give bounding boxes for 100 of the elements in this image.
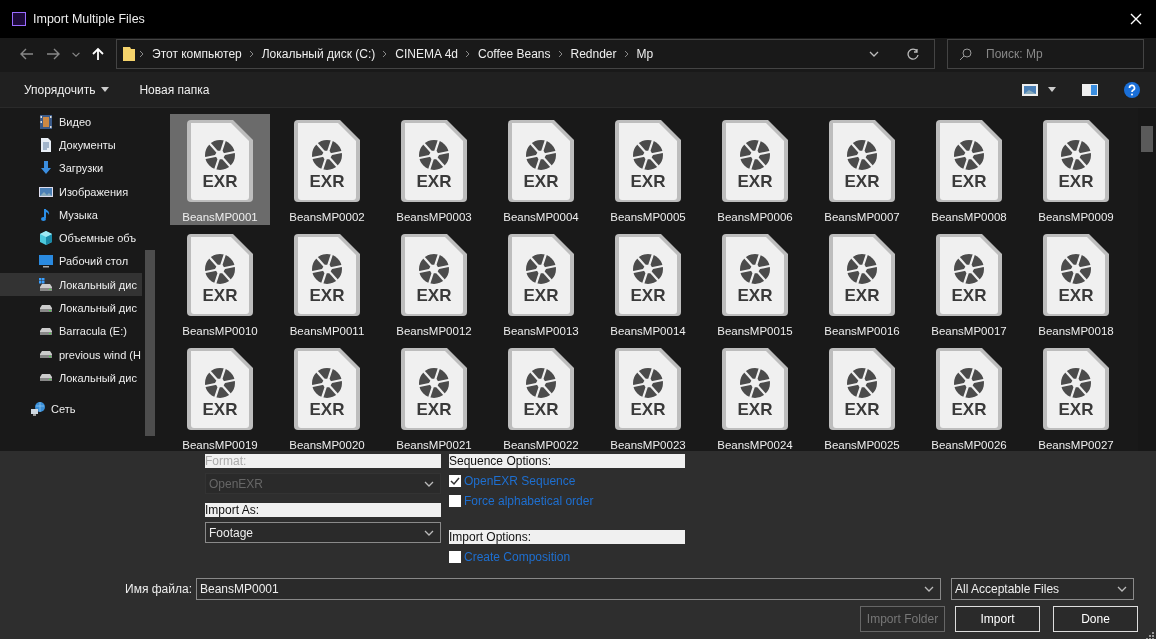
- file-item[interactable]: EXR BeansMP0019: [170, 342, 270, 451]
- file-type-label: EXR: [415, 286, 453, 306]
- resize-grip-icon[interactable]: [1146, 632, 1154, 639]
- exr-file-icon: [1041, 232, 1111, 318]
- exr-file-icon: [185, 346, 255, 432]
- file-item[interactable]: EXR BeansMP0012: [384, 228, 484, 339]
- file-item[interactable]: EXR BeansMP0006: [705, 114, 805, 225]
- file-item[interactable]: EXR BeansMP0007: [812, 114, 912, 225]
- breadcrumb[interactable]: Rednder: [566, 47, 621, 61]
- network-icon: [30, 401, 46, 418]
- file-type-label: EXR: [308, 172, 346, 192]
- drive-icon: [38, 350, 54, 360]
- exr-file-icon: [1041, 346, 1111, 432]
- breadcrumb[interactable]: CINEMA 4d: [391, 47, 462, 61]
- breadcrumb[interactable]: Этот компьютер: [148, 47, 246, 61]
- file-type-label: EXR: [522, 286, 560, 306]
- file-item[interactable]: EXR BeansMP0027: [1026, 342, 1126, 451]
- sidebar-item[interactable]: Изображения: [0, 179, 142, 204]
- file-item[interactable]: EXR BeansMP0014: [598, 228, 698, 339]
- dialog-button[interactable]: Import: [955, 606, 1040, 632]
- cube-icon: [38, 230, 54, 247]
- file-item[interactable]: EXR BeansMP0024: [705, 342, 805, 451]
- exr-file-icon: [399, 118, 469, 204]
- chevron-icon: [557, 50, 564, 58]
- sidebar-item[interactable]: Видео: [0, 110, 142, 134]
- file-type-label: EXR: [1057, 400, 1095, 420]
- file-item[interactable]: EXR BeansMP0013: [491, 228, 591, 339]
- file-item[interactable]: EXR BeansMP0015: [705, 228, 805, 339]
- file-type-label: EXR: [522, 400, 560, 420]
- file-item[interactable]: EXR BeansMP0021: [384, 342, 484, 451]
- sidebar-item[interactable]: Локальный дис: [0, 366, 142, 390]
- exr-file-icon: [399, 232, 469, 318]
- address-bar[interactable]: Этот компьютер Локальный диск (C:) CINEMA 4d Coffee Beans Rednder Mp: [116, 39, 935, 69]
- exr-file-icon: [506, 232, 576, 318]
- system-drive-icon: [38, 276, 54, 293]
- file-item[interactable]: EXR BeansMP0003: [384, 114, 484, 225]
- chevron-icon: [139, 50, 145, 58]
- scrollbar-thumb[interactable]: [1141, 126, 1153, 152]
- arrow-right-icon: [46, 48, 60, 60]
- exr-file-icon: [613, 118, 683, 204]
- sidebar-item[interactable]: Рабочий стол: [0, 249, 142, 274]
- file-type-label: EXR: [950, 172, 988, 192]
- dialog-button[interactable]: Done: [1053, 606, 1138, 632]
- sidebar-item[interactable]: Локальный дис: [0, 296, 142, 320]
- exr-file-icon: [185, 232, 255, 318]
- caret-icon: [101, 87, 110, 92]
- breadcrumb[interactable]: Mp: [632, 47, 658, 61]
- organize-menu[interactable]: Упорядочить: [24, 82, 110, 97]
- file-type-label: EXR: [843, 286, 881, 306]
- folder-icon: [122, 46, 136, 62]
- file-type-label: EXR: [950, 286, 988, 306]
- file-item[interactable]: EXR BeansMP0020: [277, 342, 377, 451]
- sidebar-item[interactable]: Объемные объ: [0, 226, 142, 250]
- search-field[interactable]: Поиск: Mp: [947, 39, 1144, 69]
- breadcrumb[interactable]: Локальный диск (C:): [257, 47, 380, 61]
- new-folder-button[interactable]: Новая папка: [139, 82, 210, 97]
- caret-icon: [1048, 87, 1056, 92]
- section-header: Import As:: [205, 503, 441, 517]
- file-item[interactable]: EXR BeansMP0001: [170, 114, 270, 225]
- sidebar-item[interactable]: Сеть: [0, 397, 142, 421]
- sidebar-item[interactable]: previous wind (H: [0, 342, 142, 367]
- exr-file-icon: [827, 232, 897, 318]
- exr-file-icon: [399, 346, 469, 432]
- refresh-icon: [907, 47, 920, 61]
- exr-file-icon: [934, 346, 1004, 432]
- sidebar-item[interactable]: Документы: [0, 133, 142, 157]
- file-item[interactable]: EXR BeansMP0008: [919, 114, 1019, 225]
- file-type-label: EXR: [736, 400, 774, 420]
- file-item[interactable]: EXR BeansMP0017: [919, 228, 1019, 339]
- drive-icon: [38, 303, 54, 313]
- file-item[interactable]: EXR BeansMP0004: [491, 114, 591, 225]
- sidebar-item[interactable]: Локальный дис: [0, 273, 142, 297]
- file-item[interactable]: EXR BeansMP0010: [170, 228, 270, 339]
- file-item[interactable]: EXR BeansMP0016: [812, 228, 912, 339]
- file-type-label: EXR: [629, 400, 667, 420]
- file-type-select[interactable]: All Acceptable Files: [951, 578, 1134, 600]
- file-item[interactable]: EXR BeansMP0011: [277, 228, 377, 339]
- import-as-select[interactable]: Footage: [205, 522, 441, 543]
- file-item[interactable]: EXR BeansMP0002: [277, 114, 377, 225]
- file-type-label: EXR: [843, 400, 881, 420]
- exr-file-icon: [827, 346, 897, 432]
- file-item[interactable]: EXR BeansMP0018: [1026, 228, 1126, 339]
- sidebar-item[interactable]: Загрузки: [0, 156, 142, 180]
- chevron-icon: [382, 50, 389, 58]
- file-item[interactable]: EXR BeansMP0025: [812, 342, 912, 451]
- file-item[interactable]: EXR BeansMP0026: [919, 342, 1019, 451]
- exr-file-icon: [506, 346, 576, 432]
- pane-icon: [1082, 83, 1098, 96]
- scrollbar-thumb[interactable]: [145, 250, 155, 436]
- file-name-field[interactable]: BeansMP0001: [196, 578, 941, 600]
- breadcrumb[interactable]: Coffee Beans: [474, 47, 555, 61]
- file-item[interactable]: EXR BeansMP0022: [491, 342, 591, 451]
- file-item[interactable]: EXR BeansMP0009: [1026, 114, 1126, 225]
- sidebar-item[interactable]: Музыка: [0, 203, 142, 227]
- sidebar-item[interactable]: Barracula (E:): [0, 319, 142, 343]
- file-item[interactable]: EXR BeansMP0005: [598, 114, 698, 225]
- file-item[interactable]: EXR BeansMP0023: [598, 342, 698, 451]
- file-type-label: EXR: [736, 172, 774, 192]
- chevron-down-icon: [72, 51, 80, 57]
- section-header: Sequence Options:: [449, 454, 685, 468]
